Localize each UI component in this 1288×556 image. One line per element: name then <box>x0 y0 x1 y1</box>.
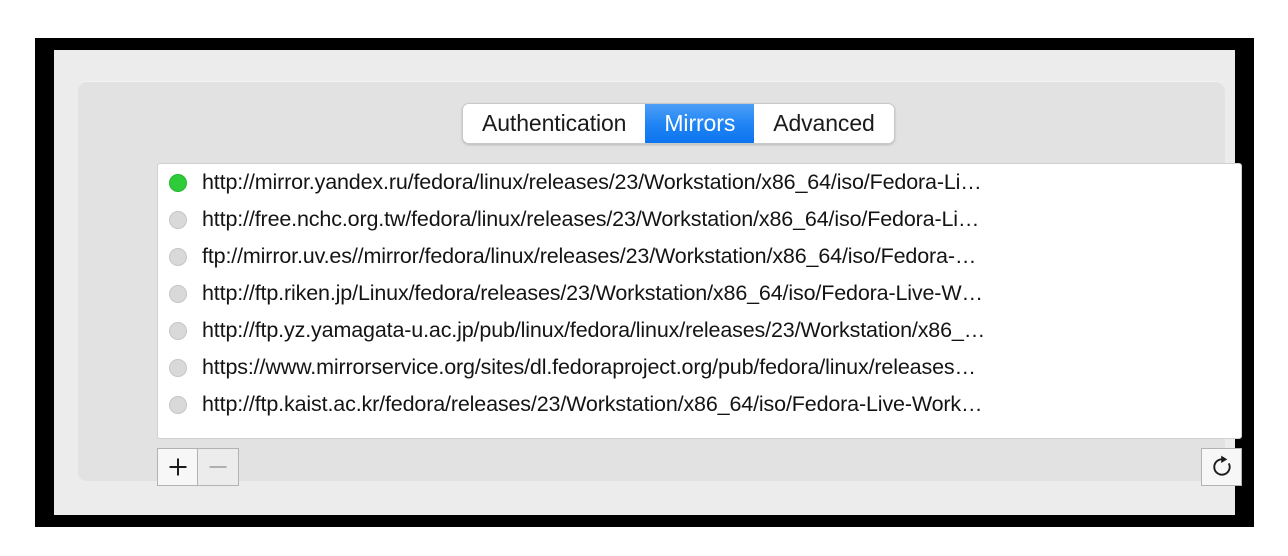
table-row[interactable]: http://mirror.yandex.ru/fedora/linux/rel… <box>158 164 1241 201</box>
table-row[interactable]: ftp://mirror.uv.es//mirror/fedora/linux/… <box>158 238 1241 275</box>
minus-icon <box>207 456 229 478</box>
tab-advanced[interactable]: Advanced <box>754 104 894 143</box>
mirror-url: http://free.nchc.org.tw/fedora/linux/rel… <box>202 207 980 231</box>
table-row[interactable]: http://free.nchc.org.tw/fedora/linux/rel… <box>158 201 1241 238</box>
mirror-url: http://ftp.kaist.ac.kr/fedora/releases/2… <box>202 392 983 416</box>
mirror-url: http://ftp.yz.yamagata-u.ac.jp/pub/linux… <box>202 318 986 342</box>
mirror-url: https://www.mirrorservice.org/sites/dl.f… <box>202 355 976 379</box>
status-dot-icon <box>169 210 187 229</box>
mirror-url: ftp://mirror.uv.es//mirror/fedora/linux/… <box>202 244 977 268</box>
preferences-panel: Authentication Mirrors Advanced http://m… <box>78 81 1242 486</box>
mirror-url: http://ftp.riken.jp/Linux/fedora/release… <box>202 281 983 305</box>
add-mirror-button[interactable] <box>157 448 198 486</box>
table-row[interactable]: http://ftp.yz.yamagata-u.ac.jp/pub/linux… <box>158 312 1241 349</box>
window-frame: Authentication Mirrors Advanced http://m… <box>35 38 1254 527</box>
tab-mirrors-label: Mirrors <box>664 110 736 136</box>
tab-bar: Authentication Mirrors Advanced <box>462 103 895 144</box>
status-dot-icon <box>169 358 187 377</box>
tab-authentication-label: Authentication <box>482 110 627 136</box>
table-row[interactable]: http://ftp.riken.jp/Linux/fedora/release… <box>158 275 1241 312</box>
tab-mirrors[interactable]: Mirrors <box>645 104 755 143</box>
status-dot-icon <box>169 247 187 266</box>
tab-advanced-label: Advanced <box>773 110 875 136</box>
mirrors-list[interactable]: http://mirror.yandex.ru/fedora/linux/rel… <box>157 163 1242 439</box>
remove-mirror-button[interactable] <box>198 448 239 486</box>
status-dot-icon <box>169 321 187 340</box>
window-chrome: Authentication Mirrors Advanced http://m… <box>54 50 1242 515</box>
status-dot-icon <box>169 173 187 192</box>
mirror-url: http://mirror.yandex.ru/fedora/linux/rel… <box>202 170 982 194</box>
plus-icon <box>167 456 189 478</box>
list-toolbar <box>157 448 1242 488</box>
status-dot-icon <box>169 395 187 414</box>
table-row[interactable]: http://ftp.kaist.ac.kr/fedora/releases/2… <box>158 386 1241 423</box>
tab-authentication[interactable]: Authentication <box>463 104 646 143</box>
refresh-mirrors-button[interactable] <box>1201 448 1242 486</box>
add-remove-segmented-group <box>157 448 239 486</box>
refresh-icon <box>1210 455 1234 479</box>
status-dot-icon <box>169 284 187 303</box>
table-row[interactable]: https://www.mirrorservice.org/sites/dl.f… <box>158 349 1241 386</box>
screenshot-root: Authentication Mirrors Advanced http://m… <box>0 0 1288 556</box>
